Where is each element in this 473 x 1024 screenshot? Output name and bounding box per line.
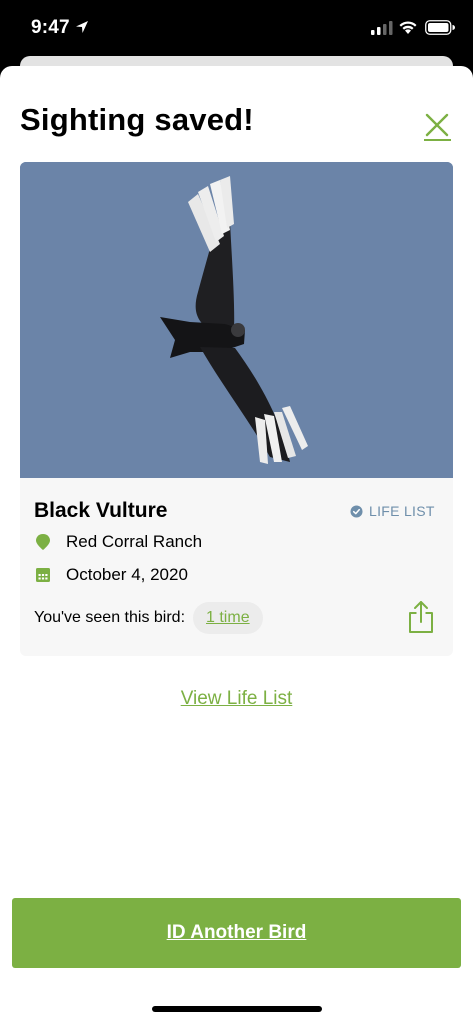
calendar-icon <box>36 568 50 582</box>
check-circle-icon <box>350 504 363 518</box>
bird-photo <box>20 162 453 478</box>
status-time: 9:47 <box>31 17 70 38</box>
location-row: Red Corral Ranch <box>34 532 202 552</box>
life-list-badge: LIFE LIST <box>350 503 435 519</box>
seen-label: You've seen this bird: <box>34 609 186 626</box>
sighting-saved-sheet: Sighting saved! Black Vulture LIFE LIST … <box>0 66 473 1024</box>
date-row: October 4, 2020 <box>34 565 188 585</box>
bird-name: Black Vulture <box>34 499 168 522</box>
share-icon[interactable] <box>408 600 434 634</box>
date-text: October 4, 2020 <box>66 565 188 584</box>
view-life-list-link[interactable]: View Life List <box>0 688 473 710</box>
close-underline <box>424 139 451 141</box>
close-icon[interactable] <box>424 112 450 138</box>
location-arrow-icon <box>76 21 88 33</box>
sighting-card: Black Vulture LIFE LIST Red Corral Ranch <box>20 162 453 656</box>
status-bar: 9:47 <box>0 0 473 56</box>
cellular-signal-icon <box>371 21 393 35</box>
location-text: Red Corral Ranch <box>66 532 203 551</box>
wifi-icon <box>399 21 417 34</box>
seen-count-link[interactable]: 1 time <box>193 602 263 634</box>
life-list-badge-label: LIFE LIST <box>369 503 435 519</box>
sheet-title: Sighting saved! <box>20 102 254 137</box>
seen-count-row: You've seen this bird: 1 time <box>34 602 263 634</box>
battery-icon <box>425 20 455 35</box>
id-another-bird-button[interactable]: ID Another Bird <box>12 898 461 968</box>
home-indicator <box>152 1006 322 1012</box>
location-pin-icon <box>36 534 50 550</box>
